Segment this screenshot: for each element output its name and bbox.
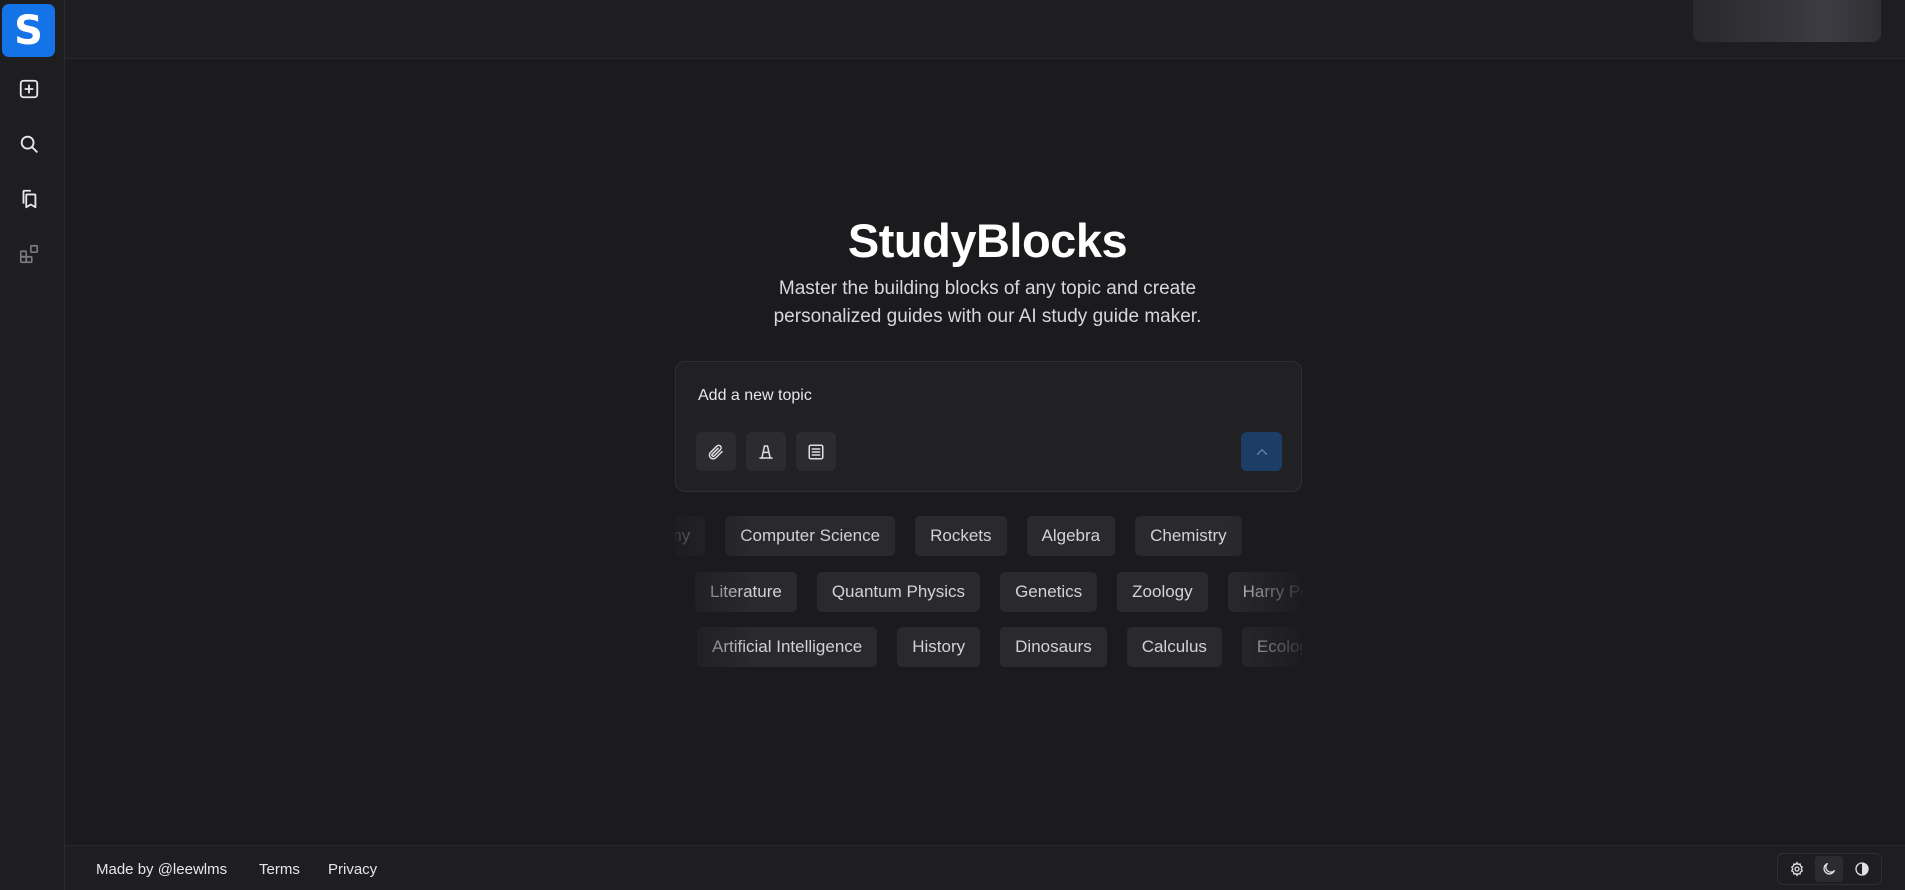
chevron-up-icon bbox=[1256, 448, 1267, 455]
gear-icon bbox=[1791, 861, 1804, 877]
terms-link[interactable]: Terms bbox=[259, 861, 300, 878]
topic-chip[interactable]: Harry Potter bbox=[1227, 572, 1302, 612]
paperclip-icon bbox=[708, 444, 723, 460]
topic-chip[interactable]: Astronomy bbox=[675, 516, 706, 556]
topic-chip[interactable]: Algebra bbox=[1026, 516, 1116, 556]
topic-chip[interactable]: Artificial Intelligence bbox=[697, 627, 878, 667]
suggested-topics: Astronomy Computer Science Rockets Algeb… bbox=[675, 516, 1302, 671]
footer: Made by @leewlms Terms Privacy bbox=[65, 845, 1905, 890]
subtitle-line-1: Master the building blocks of any topic … bbox=[778, 278, 1197, 299]
search-icon bbox=[20, 135, 38, 153]
topic-chip[interactable]: Calculus bbox=[1126, 627, 1222, 667]
topic-chip[interactable]: Rockets bbox=[915, 516, 1007, 556]
top-bar bbox=[65, 0, 1905, 59]
topic-input[interactable] bbox=[696, 384, 1256, 408]
dark-theme-button[interactable] bbox=[1815, 856, 1844, 882]
add-text-button[interactable] bbox=[796, 432, 836, 471]
theme-switcher bbox=[1777, 853, 1882, 885]
submit-topic-button[interactable] bbox=[1241, 432, 1282, 471]
app-logo[interactable]: S bbox=[2, 4, 55, 57]
new-topic-button[interactable] bbox=[12, 72, 46, 106]
topic-chip[interactable]: Zoology bbox=[1117, 572, 1208, 612]
difficulty-button[interactable] bbox=[746, 432, 786, 471]
privacy-link[interactable]: Privacy bbox=[328, 861, 377, 878]
topic-row-1: Astronomy Computer Science Rockets Algeb… bbox=[675, 516, 1242, 556]
contrast-theme-button[interactable] bbox=[1848, 856, 1876, 882]
saved-guides-button[interactable] bbox=[12, 182, 46, 216]
search-button[interactable] bbox=[12, 127, 46, 161]
topic-row-3: Artificial Intelligence History Dinosaur… bbox=[697, 627, 1302, 667]
topic-chip[interactable]: Quantum Physics bbox=[816, 572, 981, 612]
subtitle-line-2: personalized guides with our AI study gu… bbox=[773, 306, 1202, 327]
cone-icon bbox=[759, 444, 773, 459]
sidebar: S bbox=[0, 0, 65, 890]
made-by-link[interactable]: Made by @leewlms bbox=[96, 861, 227, 878]
topic-input-card bbox=[675, 361, 1302, 492]
topic-chip[interactable]: Dinosaurs bbox=[1000, 627, 1107, 667]
contrast-icon bbox=[1855, 862, 1869, 876]
page-subtitle: Master the building blocks of any topic … bbox=[0, 275, 1905, 331]
page-title: StudyBlocks bbox=[847, 214, 1128, 267]
topic-row-2: Literature Quantum Physics Genetics Zool… bbox=[695, 572, 1302, 612]
topic-chip[interactable]: History bbox=[897, 627, 981, 667]
bookmarks-icon bbox=[22, 189, 37, 209]
plus-square-icon bbox=[19, 79, 39, 99]
topic-chip[interactable]: Genetics bbox=[1000, 572, 1098, 612]
attach-file-button[interactable] bbox=[696, 432, 736, 471]
account-placeholder[interactable] bbox=[1693, 0, 1881, 42]
system-theme-button[interactable] bbox=[1783, 856, 1811, 882]
document-lines-icon bbox=[808, 444, 824, 459]
topic-chip[interactable]: Chemistry bbox=[1135, 516, 1242, 556]
topic-chip[interactable]: Literature bbox=[695, 572, 797, 612]
topic-chip[interactable]: Computer Science bbox=[725, 516, 896, 556]
moon-icon bbox=[1823, 863, 1836, 875]
topic-chip[interactable]: Ecology bbox=[1241, 627, 1302, 667]
